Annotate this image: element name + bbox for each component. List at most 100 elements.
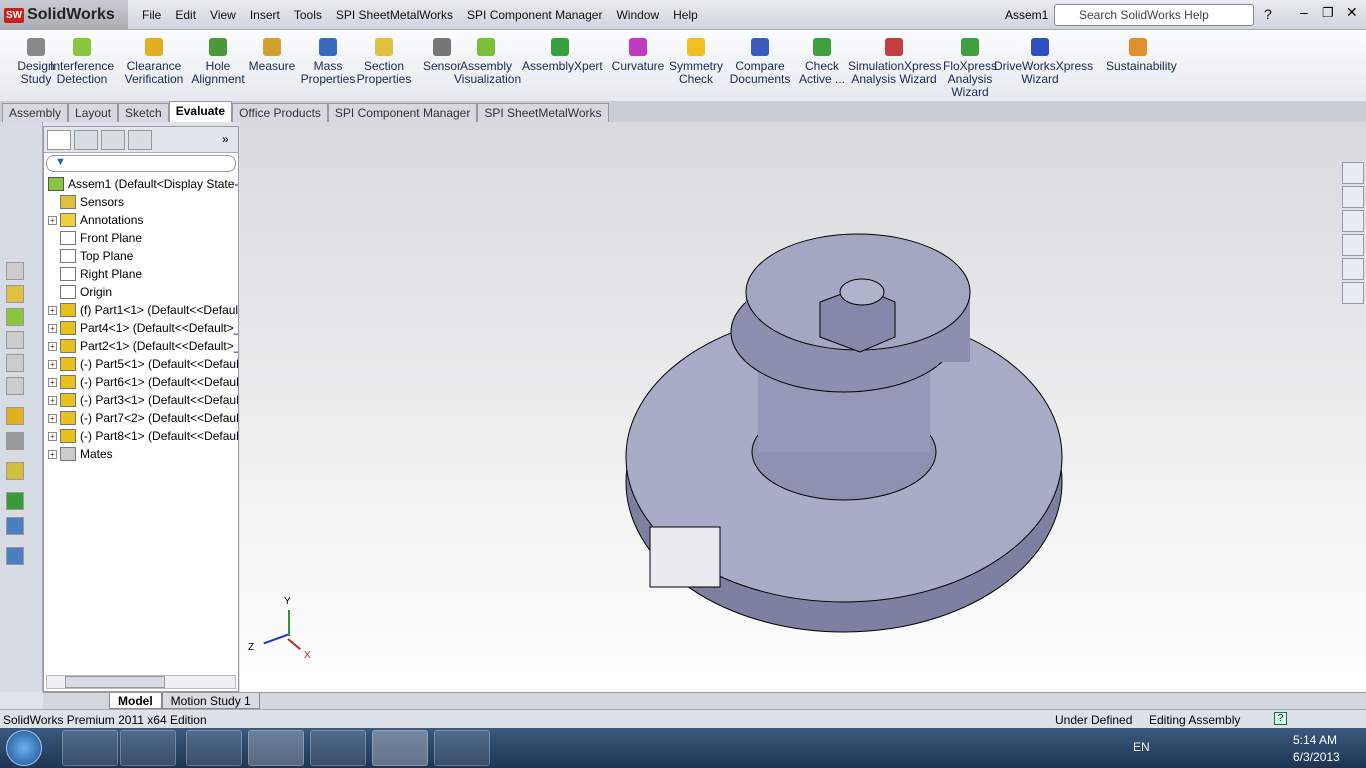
tab-office-products[interactable]: Office Products bbox=[232, 103, 328, 122]
tab-assembly[interactable]: Assembly bbox=[2, 103, 69, 122]
graphics-viewport[interactable]: Y Z X bbox=[240, 122, 1366, 692]
menu-edit[interactable]: Edit bbox=[168, 8, 203, 22]
horizontal-scrollbar[interactable] bbox=[46, 675, 236, 689]
tree-item[interactable]: +(-) Part8<1> (Default<<Default>_Display… bbox=[48, 427, 238, 445]
tree-item[interactable]: + Annotations bbox=[48, 211, 238, 229]
tree-item[interactable]: Top Plane bbox=[48, 247, 238, 265]
feature-manager-tab-icon[interactable] bbox=[47, 130, 71, 150]
tree-item[interactable]: +(f) Part1<1> (Default<<Default>_Display… bbox=[48, 301, 238, 319]
menu-window[interactable]: Window bbox=[609, 8, 666, 22]
assembly-visualization-button[interactable]: Assembly Visualization bbox=[454, 34, 521, 86]
measure-button[interactable]: Measure bbox=[240, 34, 304, 73]
check-button[interactable]: Check Active ... bbox=[790, 34, 854, 86]
menu-view[interactable]: View bbox=[203, 8, 243, 22]
file-explorer-icon[interactable] bbox=[1342, 210, 1364, 232]
left-toolbar-tool-icon[interactable] bbox=[6, 308, 24, 326]
left-toolbar-tool-icon[interactable] bbox=[6, 331, 24, 349]
curvature-button[interactable]: Curvature bbox=[606, 34, 670, 73]
tree-item[interactable]: + Mates bbox=[48, 445, 238, 463]
tree-item[interactable]: +(-) Part5<1> (Default<<Default>_Display… bbox=[48, 355, 238, 373]
expand-toggle[interactable]: + bbox=[48, 359, 57, 369]
close-button[interactable]: ✕ bbox=[1346, 4, 1358, 21]
left-toolbar-tool-icon[interactable] bbox=[6, 285, 24, 303]
floxpress-button[interactable]: FloXpress Analysis Wizard bbox=[938, 34, 1002, 99]
solidworks-taskbar-icon[interactable] bbox=[372, 730, 428, 766]
left-toolbar-tool-icon[interactable] bbox=[6, 432, 24, 450]
symmetry-button[interactable]: Symmetry Check bbox=[664, 34, 728, 86]
solidworks-logo[interactable]: SW SolidWorks bbox=[0, 0, 128, 30]
display-manager-tab-icon[interactable] bbox=[128, 130, 152, 150]
simulation-button[interactable]: SimulationXpress Analysis Wizard bbox=[848, 34, 941, 86]
left-toolbar-tool-icon[interactable] bbox=[6, 492, 24, 510]
minimize-button[interactable]: – bbox=[1300, 4, 1308, 20]
menu-spi-sheetmetalworks[interactable]: SPI SheetMetalWorks bbox=[329, 8, 460, 22]
menu-tools[interactable]: Tools bbox=[287, 8, 329, 22]
tab-evaluate[interactable]: Evaluate bbox=[168, 101, 233, 122]
tree-item[interactable]: Sensors bbox=[48, 193, 238, 211]
left-toolbar-tool-icon[interactable] bbox=[6, 407, 24, 425]
assembly-model[interactable] bbox=[240, 122, 1366, 692]
left-toolbar-tool-icon[interactable] bbox=[6, 547, 24, 565]
tree-root-assembly[interactable]: Assem1 (Default<Display State-1>) bbox=[48, 175, 238, 193]
search-help-input[interactable]: Search SolidWorks Help bbox=[1054, 4, 1254, 26]
property-manager-tab-icon[interactable] bbox=[74, 130, 98, 150]
torrent-taskbar-icon[interactable] bbox=[310, 730, 366, 766]
expand-toggle[interactable]: + bbox=[48, 377, 57, 387]
help-status-icon[interactable]: ? bbox=[1274, 712, 1287, 725]
compare-button[interactable]: Compare Documents bbox=[728, 34, 792, 86]
section-properties-button[interactable]: Section Properties bbox=[352, 34, 416, 86]
explorer-taskbar-icon[interactable] bbox=[62, 730, 118, 766]
left-toolbar-tool-icon[interactable] bbox=[6, 377, 24, 395]
tab-layout[interactable]: Layout bbox=[68, 103, 119, 122]
interference-button[interactable]: Interference Detection bbox=[50, 34, 114, 86]
expand-toggle[interactable]: + bbox=[48, 341, 57, 351]
tree-item[interactable]: +Part4<1> (Default<<Default>_Display Sta… bbox=[48, 319, 238, 337]
menu-insert[interactable]: Insert bbox=[243, 8, 287, 22]
tree-item[interactable]: Right Plane bbox=[48, 265, 238, 283]
tree-item[interactable]: +(-) Part7<2> (Default<<Default>_Display… bbox=[48, 409, 238, 427]
assemblyxpert-button[interactable]: AssemblyXpert bbox=[522, 34, 603, 73]
custom-properties-icon[interactable] bbox=[1342, 282, 1364, 304]
left-toolbar-tool-icon[interactable] bbox=[6, 354, 24, 372]
tree-item[interactable]: Origin bbox=[48, 283, 238, 301]
expand-chevron-icon[interactable]: » bbox=[222, 132, 229, 146]
left-toolbar-tool-icon[interactable] bbox=[6, 517, 24, 535]
start-button[interactable] bbox=[6, 730, 42, 766]
tree-item[interactable]: Front Plane bbox=[48, 229, 238, 247]
tab-sketch[interactable]: Sketch bbox=[118, 103, 169, 122]
tab-spi-component-manager[interactable]: SPI Component Manager bbox=[327, 103, 478, 122]
clearance-button[interactable]: Clearance Verification bbox=[122, 34, 186, 86]
tree-item[interactable]: +Part2<1> (Default<<Default>_Display Sta… bbox=[48, 337, 238, 355]
internet-explorer-taskbar-icon[interactable] bbox=[186, 730, 242, 766]
expand-toggle[interactable]: + bbox=[48, 449, 57, 459]
paint-taskbar-icon[interactable] bbox=[434, 730, 490, 766]
left-toolbar-tool-icon[interactable] bbox=[6, 462, 24, 480]
sustainability-button[interactable]: Sustainability bbox=[1106, 34, 1177, 73]
menu-spi-component-manager[interactable]: SPI Component Manager bbox=[460, 8, 609, 22]
mass-properties-button[interactable]: Mass Properties bbox=[296, 34, 360, 86]
expand-toggle[interactable]: + bbox=[48, 395, 57, 405]
expand-toggle[interactable]: + bbox=[48, 305, 57, 315]
tab-spi-sheetmetalworks[interactable]: SPI SheetMetalWorks bbox=[477, 103, 609, 122]
restore-button[interactable]: ❐ bbox=[1322, 5, 1334, 21]
menu-help[interactable]: Help bbox=[666, 8, 705, 22]
design-library-icon[interactable] bbox=[1342, 186, 1364, 208]
expand-toggle[interactable]: + bbox=[48, 413, 57, 423]
chrome-taskbar-icon[interactable] bbox=[248, 730, 304, 766]
filter-icon[interactable]: ▼ bbox=[46, 155, 236, 172]
expand-toggle[interactable]: + bbox=[48, 323, 57, 333]
left-toolbar-tool-icon[interactable] bbox=[6, 262, 24, 280]
driveworks-button[interactable]: DriveWorksXpress Wizard bbox=[994, 34, 1093, 86]
home-icon[interactable] bbox=[1342, 162, 1364, 184]
media-player-taskbar-icon[interactable] bbox=[120, 730, 176, 766]
configuration-manager-tab-icon[interactable] bbox=[101, 130, 125, 150]
appearances-icon[interactable] bbox=[1342, 258, 1364, 280]
bottom-tab-motion-study-1[interactable]: Motion Study 1 bbox=[161, 693, 260, 709]
tab-scroll-arrows[interactable] bbox=[43, 693, 109, 709]
bottom-tab-model[interactable]: Model bbox=[109, 693, 162, 709]
expand-toggle[interactable]: + bbox=[48, 215, 57, 225]
expand-toggle[interactable]: + bbox=[48, 431, 57, 441]
tree-item[interactable]: +(-) Part3<1> (Default<<Default>_Display… bbox=[48, 391, 238, 409]
tree-item[interactable]: +(-) Part6<1> (Default<<Default>_Display… bbox=[48, 373, 238, 391]
view-palette-icon[interactable] bbox=[1342, 234, 1364, 256]
